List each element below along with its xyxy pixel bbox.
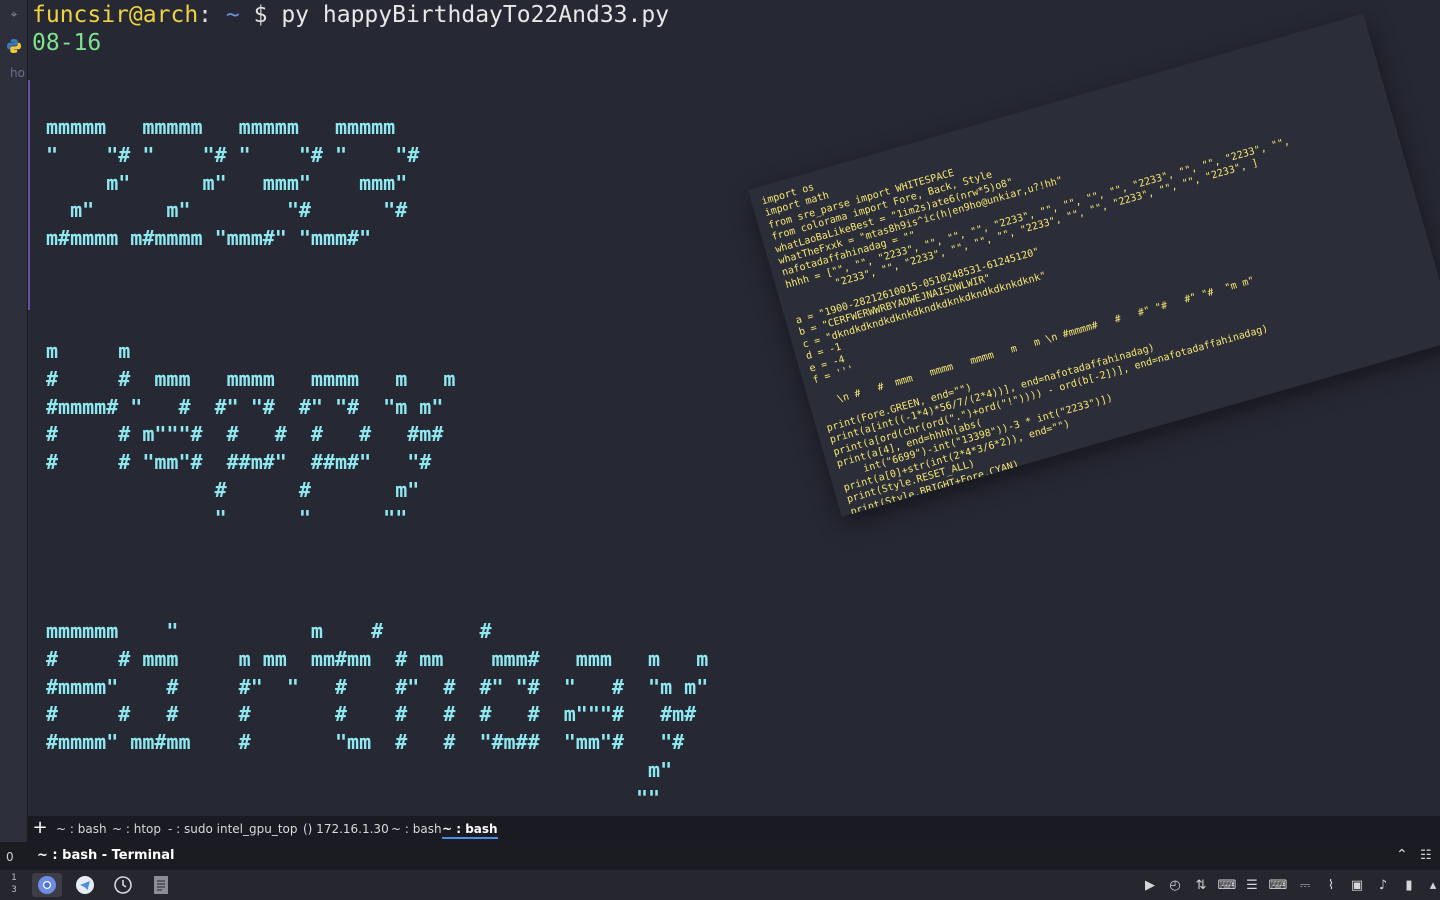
tab-bash-1[interactable]: ~ : bash	[56, 822, 107, 836]
ascii-art-2233: mmmmm mmmmm mmmmm mmmmm " "# " "# " "# "…	[46, 115, 420, 251]
telegram-icon[interactable]	[70, 873, 100, 897]
display-icon[interactable]: ▣	[1348, 876, 1366, 894]
prompt-symbol: $	[253, 2, 268, 28]
prompt-user: funcsir@arch	[32, 2, 199, 28]
accent-bar	[28, 80, 30, 310]
battery-icon[interactable]: ▮	[1400, 876, 1418, 894]
timer-icon[interactable]: ◴	[1166, 876, 1184, 894]
new-tab-button[interactable]: +	[32, 818, 48, 838]
clock-icon[interactable]	[108, 873, 138, 897]
tab-bar: + ~ : bash ~ : htop - : sudo intel_gpu_t…	[28, 816, 1440, 842]
terminal-title-bar: 0 ~ : bash - Terminal ⌃ ☷	[0, 842, 1440, 870]
media-play-icon[interactable]: ▶	[1141, 876, 1159, 894]
left-dock: ⌖ ho	[0, 0, 28, 848]
tab-htop[interactable]: ~ : htop	[112, 822, 161, 836]
ascii-art-happy: m m # # mmm mmmm mmmm m m #mmmm# " # #" …	[46, 339, 456, 530]
prompt-colon: :	[198, 2, 213, 28]
dock-label: ho	[10, 66, 25, 80]
taskbar: 1 3 ▶ ◴ ⇅ ⌨ ☰ ⌨ ⎓ ⌇ ▣ ♪ ▮ ▴	[0, 870, 1440, 900]
tab-bash-2[interactable]: ~ : bash	[391, 822, 442, 836]
command-text: py happyBirthdayTo22And33.py	[281, 2, 670, 28]
desktop-3[interactable]: 3	[4, 884, 24, 896]
virtual-desktops[interactable]: 1 3	[4, 872, 24, 896]
clipboard-icon[interactable]: ☰	[1243, 876, 1261, 894]
network-activity-icon[interactable]: ⇅	[1192, 876, 1210, 894]
desktop-1[interactable]: 1	[4, 872, 24, 884]
pin-icon[interactable]: ⌖	[4, 4, 24, 24]
date-output: 08-16	[32, 30, 102, 56]
python-icon[interactable]	[4, 36, 24, 56]
prompt-line: funcsir@arch: ~ $ py happyBirthdayTo22An…	[32, 1, 669, 29]
prompt-directory: ~	[225, 2, 240, 28]
tab-ssh[interactable]: () 172.16.1.30	[303, 822, 389, 836]
tab-intel-gpu-top[interactable]: - : sudo intel_gpu_top	[168, 822, 298, 836]
ascii-art-birthday: mmmmmm " m # # # # mmm m mm mm#mm # mm m…	[46, 619, 709, 810]
document-icon[interactable]	[146, 873, 176, 897]
usb-icon[interactable]: ⎓	[1296, 876, 1314, 894]
chromium-icon[interactable]	[32, 873, 62, 897]
keyboard-icon[interactable]: ⌨	[1269, 876, 1288, 894]
desktop-number: 0	[6, 850, 14, 864]
tab-bash-active[interactable]: ~ : bash	[442, 822, 498, 839]
volume-icon[interactable]: ♪	[1374, 876, 1392, 894]
terminal-icon[interactable]: ⌨	[1218, 876, 1237, 894]
chevron-up-icon[interactable]: ▴	[1424, 876, 1440, 894]
window-title: ~ : bash - Terminal	[37, 848, 175, 863]
wifi-off-icon[interactable]: ⌇	[1322, 876, 1340, 894]
sliders-icon[interactable]: ☷	[1420, 848, 1432, 863]
chevron-up-icon[interactable]: ⌃	[1396, 847, 1408, 863]
